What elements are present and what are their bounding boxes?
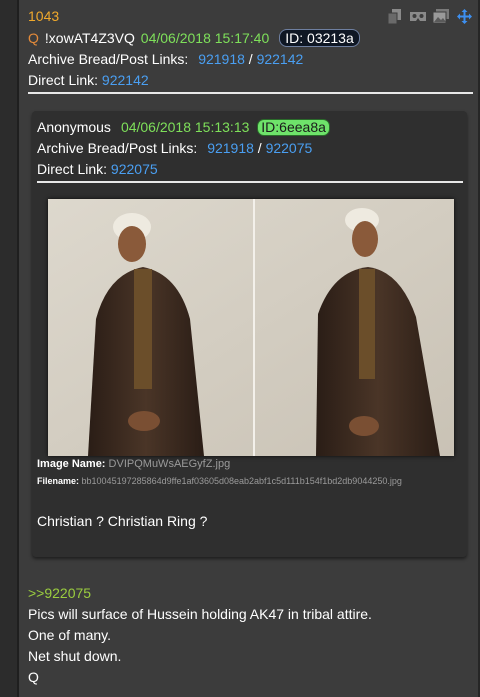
- quoted-archive-link-second[interactable]: 922075: [266, 140, 313, 156]
- quoted-archive-link-first[interactable]: 921918: [207, 140, 254, 156]
- archive-link-second[interactable]: 922142: [257, 51, 304, 67]
- body-line: Pics will surface of Hussein holding AK4…: [28, 606, 372, 622]
- quoted-id-badge[interactable]: ID:6eea8a: [257, 119, 330, 136]
- quoted-message: Christian ? Christian Ring ?: [37, 513, 208, 529]
- archive-link-first[interactable]: 921918: [198, 51, 245, 67]
- quoted-archive-label: Archive Bread/Post Links:: [37, 140, 198, 156]
- tripcode: !xowAT4Z3VQ: [44, 30, 135, 46]
- body-line: Q: [28, 669, 39, 685]
- quoted-author: Anonymous: [37, 119, 111, 135]
- post-card: 1043 Q !xowAT4Z3VQ 04/06/2018 15:17:40 ID:…: [17, 0, 478, 697]
- quoted-direct-link[interactable]: 922075: [111, 161, 158, 177]
- quoted-post: Anonymous 04/06/2018 15:13:13 ID:6eea8a A…: [32, 111, 467, 557]
- q-label: Q: [28, 30, 39, 46]
- link-separator: /: [248, 51, 253, 67]
- image-name[interactable]: DVIPQMuWsAEGyfZ.jpg: [109, 458, 231, 470]
- image-name-row: Image Name: DVIPQMuWsAEGyfZ.jpg: [37, 458, 230, 470]
- archive-label: Archive Bread/Post Links:: [28, 51, 189, 67]
- copy-icon[interactable]: [387, 8, 403, 24]
- quoted-link-separator: /: [257, 140, 262, 156]
- direct-link[interactable]: 922142: [102, 72, 149, 88]
- filename-row: Filename: bb10045197285864d9ffe1af03605d…: [37, 476, 402, 486]
- direct-link-row: Direct Link: 922142: [28, 71, 149, 89]
- image-name-label: Image Name:: [37, 458, 106, 470]
- post-toolbar: [387, 8, 472, 24]
- post-number: 1043: [28, 8, 60, 24]
- page-gutter: [0, 0, 17, 697]
- archive-links-row: Archive Bread/Post Links: 921918 / 92214…: [28, 50, 303, 68]
- quoted-datetime: 04/06/2018 15:13:13: [120, 119, 250, 135]
- post-header: Q !xowAT4Z3VQ 04/06/2018 15:17:40 ID: 0321…: [28, 29, 360, 47]
- poster-id-badge[interactable]: ID: 03213a: [279, 29, 360, 47]
- reply-reference-link[interactable]: >>922075: [28, 584, 91, 602]
- header-divider: [28, 92, 473, 94]
- quoted-direct-row: Direct Link: 922075: [37, 160, 158, 178]
- filename-label: Filename:: [37, 476, 80, 486]
- quoted-divider: [37, 181, 463, 183]
- quoted-header: Anonymous 04/06/2018 15:13:13 ID:6eea8a: [37, 118, 330, 136]
- vr-icon[interactable]: [410, 8, 426, 24]
- attached-image[interactable]: [48, 199, 454, 456]
- images-icon[interactable]: [433, 8, 449, 24]
- filename: bb10045197285864d9ffe1af03605d08eab2abf1…: [81, 476, 402, 486]
- direct-link-label: Direct Link:: [28, 72, 99, 88]
- body-line: Net shut down.: [28, 648, 122, 664]
- quoted-direct-label: Direct Link:: [37, 161, 108, 177]
- post-datetime: 04/06/2018 15:17:40: [140, 30, 270, 46]
- body-line: One of many.: [28, 627, 112, 643]
- move-icon[interactable]: [456, 8, 472, 24]
- quoted-archive-row: Archive Bread/Post Links: 921918 / 92207…: [37, 139, 312, 157]
